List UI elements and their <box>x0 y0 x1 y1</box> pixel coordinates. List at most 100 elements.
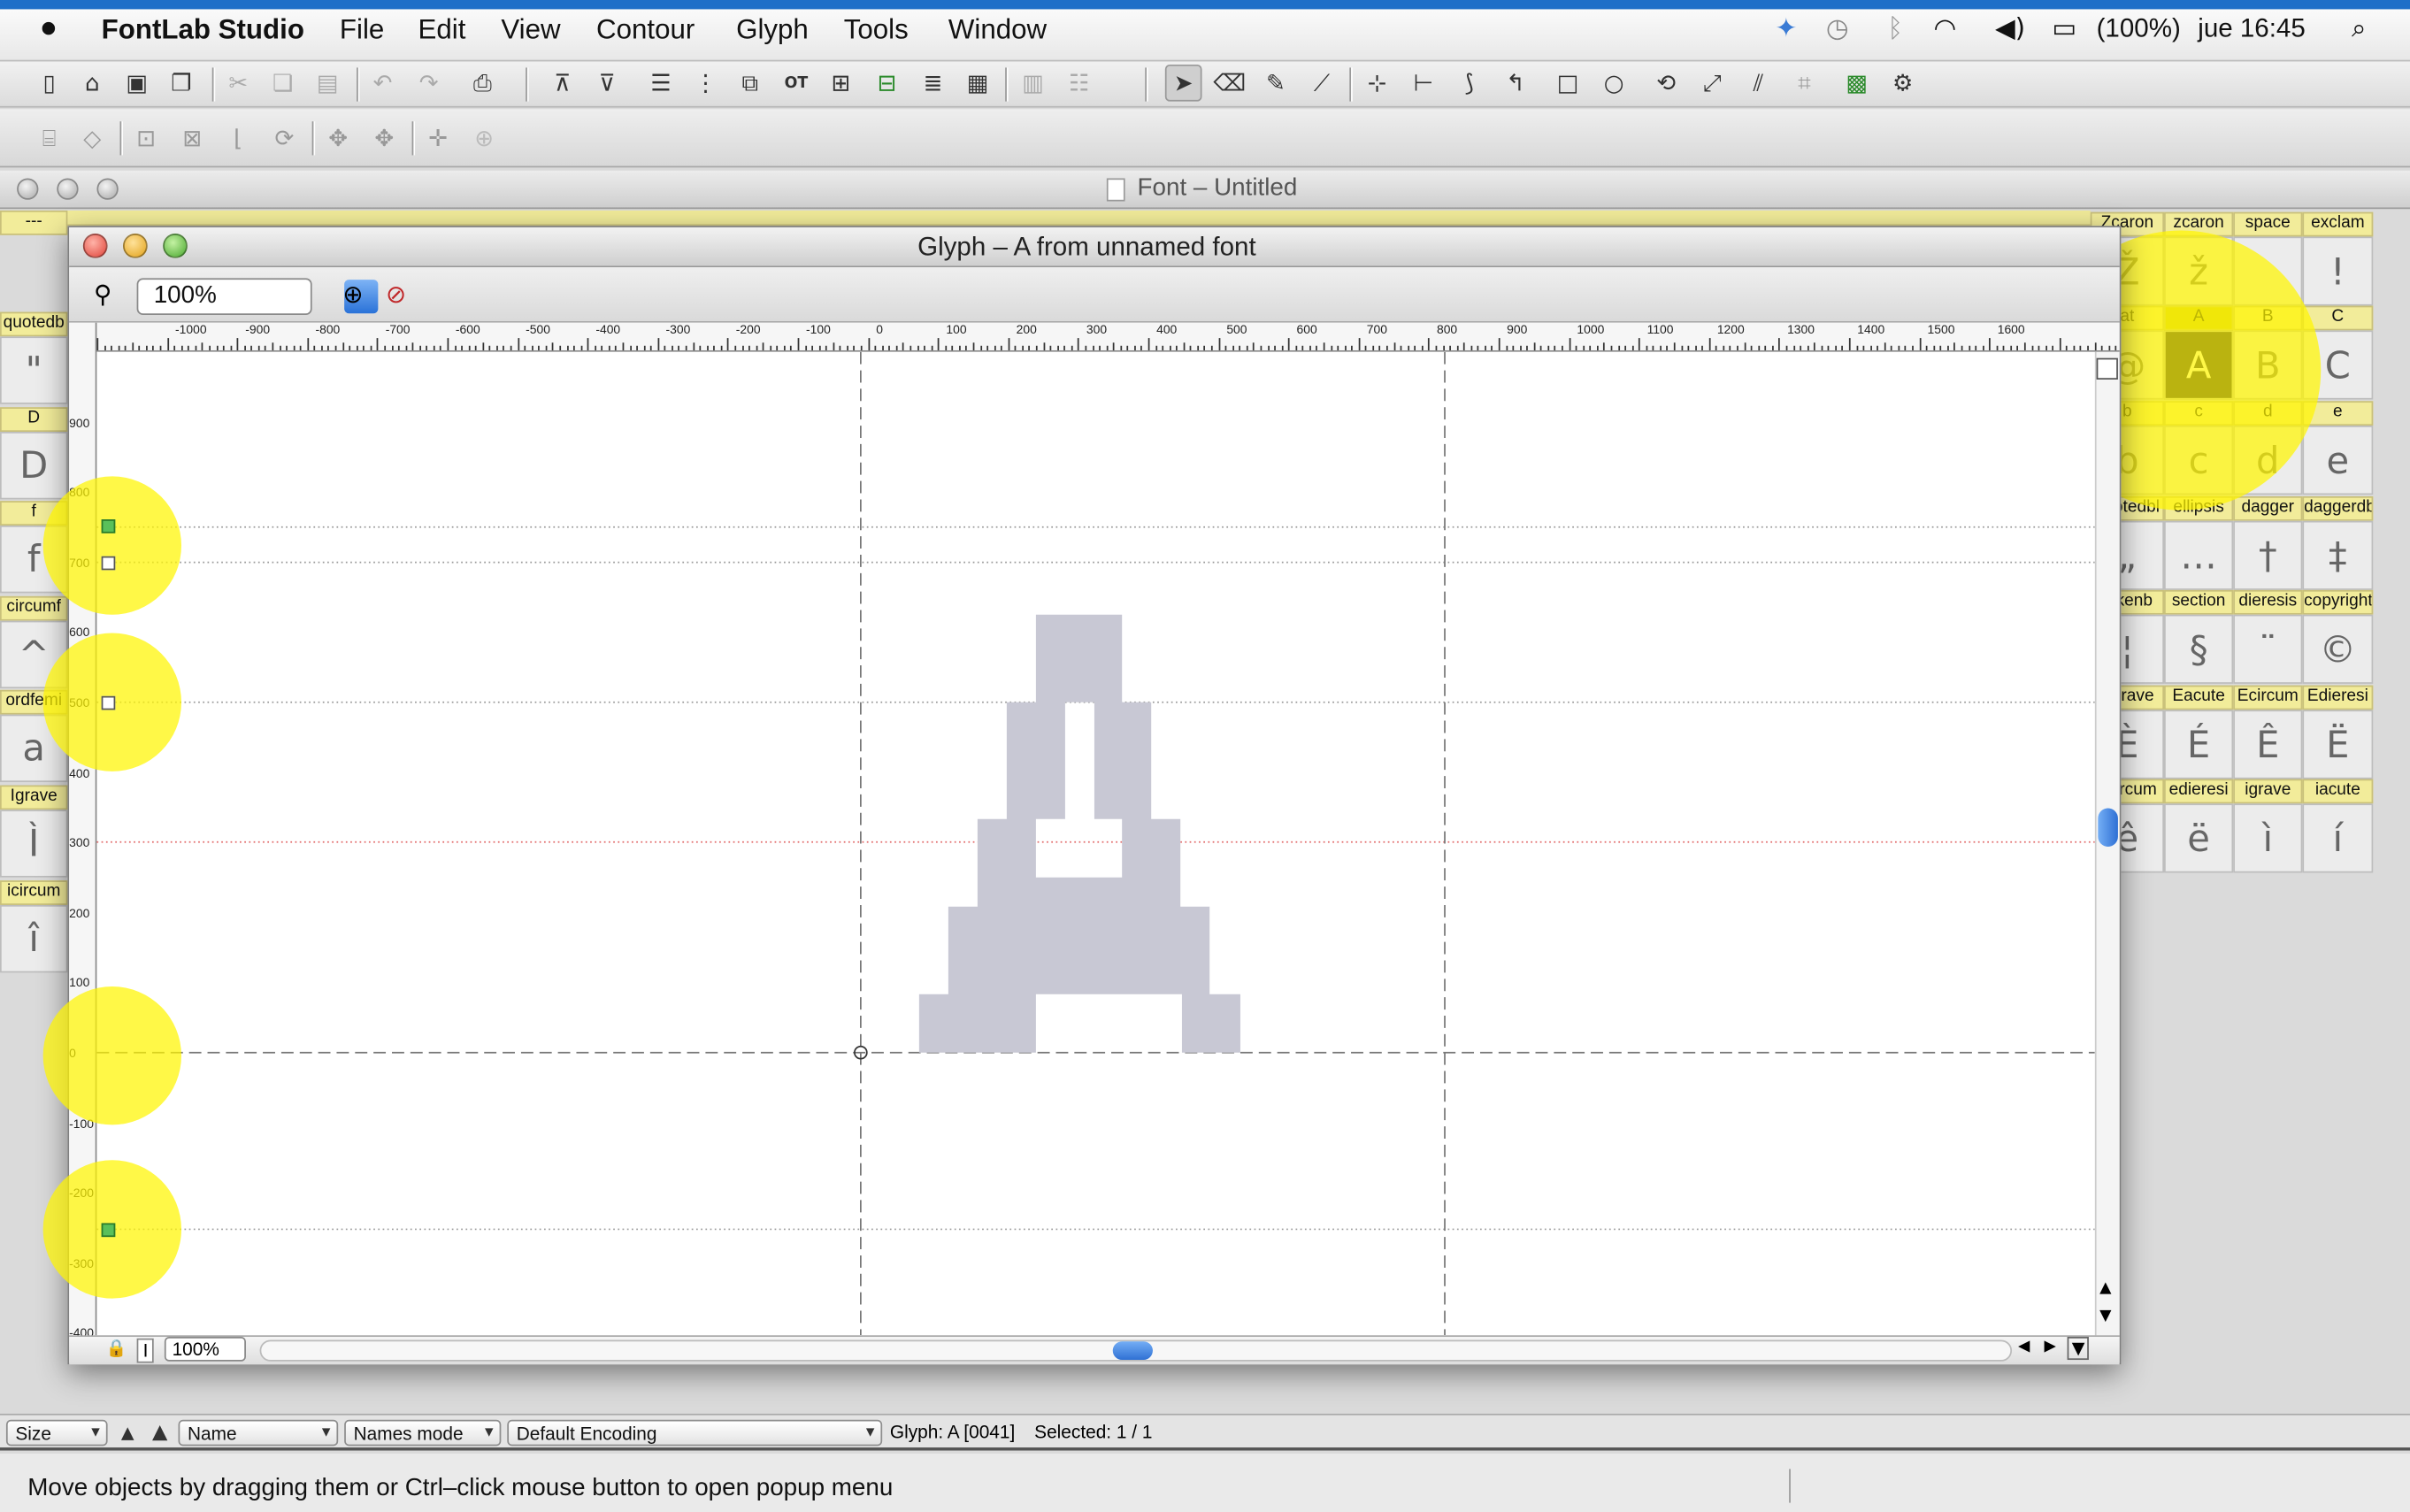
bluetooth-icon[interactable]: ᛒ <box>1887 14 1903 45</box>
wifi-icon[interactable]: ◠ <box>1933 14 1956 45</box>
descender-zone-marker[interactable] <box>101 1223 116 1238</box>
battery-icon[interactable]: ▭ <box>2052 14 2076 45</box>
font-cell[interactable]: ! <box>2302 236 2374 306</box>
menu-file[interactable]: File <box>340 14 384 46</box>
font-cell[interactable]: Ì <box>0 810 68 878</box>
open-icon[interactable]: ⌂ <box>73 65 111 102</box>
dropbox-icon[interactable]: ✦ <box>1776 14 1798 45</box>
cut-icon[interactable]: ✂ <box>219 65 257 102</box>
mountain-small-icon[interactable]: ▲ <box>114 1416 142 1447</box>
font-cell[interactable]: † <box>2233 520 2303 590</box>
font-window-minimize-button[interactable] <box>57 178 79 200</box>
panel-toggle-icon[interactable]: ▩ <box>1838 65 1876 102</box>
scale-tool-icon[interactable]: ⤢ <box>1693 65 1731 102</box>
generate-icon[interactable]: ⊟ <box>869 65 906 102</box>
curve-point-icon[interactable]: ⟆ <box>1451 65 1488 102</box>
paste-icon[interactable]: ▤ <box>309 65 346 102</box>
size-dropdown[interactable]: Size <box>5 1419 108 1447</box>
ascender-zone-marker[interactable] <box>101 519 116 533</box>
slant-tool-icon[interactable]: ⫽ <box>1740 65 1777 102</box>
curve-icon[interactable]: ⟳ <box>266 119 303 157</box>
font-cell[interactable]: Ë <box>2302 710 2374 779</box>
font-cell[interactable]: e <box>2302 426 2374 495</box>
font-window-close-button[interactable] <box>17 178 39 200</box>
knife-tool-icon[interactable]: ⌗ <box>1786 65 1823 102</box>
grid-icon[interactable]: ⊕ <box>465 119 503 157</box>
zoom-off-icon[interactable]: ⊘ <box>386 280 406 309</box>
bottom-zoom-select[interactable]: 100% <box>164 1337 246 1362</box>
font-cell[interactable]: © <box>2302 614 2374 684</box>
save-all-icon[interactable]: ❐ <box>163 65 200 102</box>
table-icon[interactable]: ≣ <box>915 65 952 102</box>
names-mode-dropdown[interactable]: Names mode <box>344 1419 502 1447</box>
font-cell[interactable]: É <box>2164 710 2234 779</box>
vertical-scroll-thumb[interactable] <box>2098 808 2118 847</box>
font-cell[interactable]: … <box>2164 520 2234 590</box>
font-info-icon[interactable]: ☰ <box>642 65 679 102</box>
zoom-in-icon[interactable]: ⊕ <box>342 280 363 309</box>
time-machine-icon[interactable]: ◷ <box>1826 14 1849 45</box>
app-name-menu[interactable]: FontLab Studio <box>102 14 304 46</box>
layers-icon[interactable]: ◇ <box>73 119 111 157</box>
font-cell[interactable]: î <box>0 904 68 973</box>
text-cursor-icon[interactable]: I <box>136 1338 155 1363</box>
scroll-menu-icon[interactable]: ▼ <box>2067 1337 2090 1361</box>
clock[interactable]: jue 16:45 <box>2198 14 2306 45</box>
menu-edit[interactable]: Edit <box>418 14 466 46</box>
pen-tool-icon[interactable]: ✎ <box>1257 65 1294 102</box>
encoding-dropdown[interactable]: Default Encoding <box>507 1419 883 1447</box>
rectangle-tool-icon[interactable]: □ <box>1549 65 1586 102</box>
new-document-icon[interactable]: ▯ <box>31 65 68 102</box>
copy-icon[interactable]: ❏ <box>265 65 302 102</box>
horizontal-scroll-thumb[interactable] <box>1112 1341 1153 1361</box>
scroll-corner-box[interactable] <box>2096 357 2118 380</box>
vertical-scrollbar[interactable]: ▲ ▼ <box>2094 351 2120 1336</box>
apple-menu-icon[interactable]: ⚫ <box>37 14 60 46</box>
tangent-point-icon[interactable]: ↰ <box>1497 65 1534 102</box>
center-v-icon[interactable]: ✥ <box>365 119 403 157</box>
scroll-down-arrow-icon[interactable]: ▼ <box>2099 1308 2111 1324</box>
glyph-canvas[interactable] <box>96 351 2095 1336</box>
menu-glyph[interactable]: Glyph <box>736 14 809 46</box>
scroll-up-arrow-icon[interactable]: ▲ <box>2099 1280 2111 1297</box>
list-icon[interactable]: ☷ <box>1061 65 1098 102</box>
eraser-tool-icon[interactable]: ⌫ <box>1211 65 1248 102</box>
horizontal-ruler[interactable]: -1000 -900 -800 -700 -600 -500 -400 -300 -200 -10… <box>96 322 2120 352</box>
minimize-button[interactable] <box>122 233 148 258</box>
font-cell[interactable]: " <box>0 336 68 404</box>
undo-icon[interactable]: ↶ <box>365 65 402 102</box>
crosshair-icon[interactable]: ✛ <box>419 119 457 157</box>
metrics-window-icon[interactable]: ⊼ <box>544 65 581 102</box>
save-icon[interactable]: ▣ <box>119 65 156 102</box>
hinting-icon[interactable]: ⊞ <box>822 65 859 102</box>
transform-icon[interactable]: ⧉ <box>732 65 769 102</box>
opentype-icon[interactable]: OT <box>778 65 815 102</box>
center-h-icon[interactable]: ✥ <box>319 119 357 157</box>
zoom-button[interactable] <box>163 233 188 258</box>
classes-icon[interactable]: ⋮ <box>687 65 725 102</box>
scroll-left-arrow-icon[interactable]: ◀ <box>2018 1339 2030 1355</box>
align-icon[interactable]: ⊡ <box>127 119 165 157</box>
corner-point-icon[interactable]: ⊢ <box>1405 65 1442 102</box>
mm-icon[interactable]: ▥ <box>1015 65 1052 102</box>
panel-icon[interactable]: ▦ <box>959 65 996 102</box>
menu-window[interactable]: Window <box>948 14 1047 46</box>
zoom-magnifier-icon[interactable]: ⚲ <box>94 280 111 309</box>
mountain-large-icon[interactable]: ▲ <box>146 1416 173 1447</box>
close-button[interactable] <box>82 233 108 258</box>
font-cell[interactable]: D <box>0 432 68 500</box>
redo-icon[interactable]: ↷ <box>411 65 448 102</box>
scroll-right-arrow-icon[interactable]: ▶ <box>2045 1339 2056 1355</box>
ellipse-tool-icon[interactable]: ○ <box>1595 65 1632 102</box>
xheight-zone-marker[interactable] <box>101 695 116 710</box>
font-cell[interactable]: ¨ <box>2233 614 2303 684</box>
print-icon[interactable]: ⎙ <box>464 65 502 102</box>
distribute-icon[interactable]: ⊠ <box>173 119 211 157</box>
lock-icon[interactable]: 🔒 <box>106 1339 127 1359</box>
settings-panel-icon[interactable]: ⚙ <box>1884 65 1922 102</box>
font-cell[interactable]: ë <box>2164 803 2234 873</box>
book-icon[interactable]: ⌸ <box>31 119 68 157</box>
corner-icon[interactable]: ⌊ <box>219 119 257 157</box>
pointer-tool-icon[interactable]: ➤ <box>1164 64 1202 102</box>
horizontal-scrollbar[interactable] <box>259 1339 2013 1362</box>
